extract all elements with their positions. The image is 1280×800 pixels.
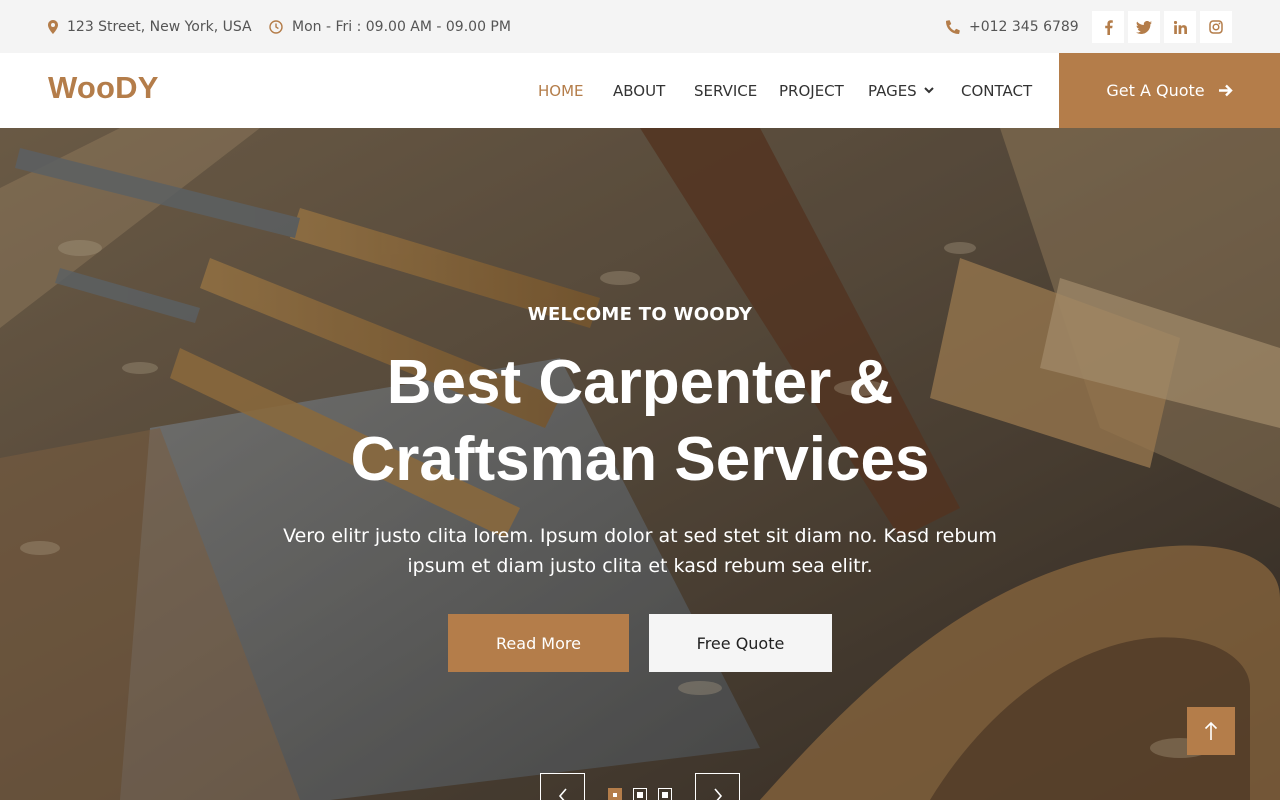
linkedin-icon — [1173, 20, 1187, 34]
hours-text: Mon - Fri : 09.00 AM - 09.00 PM — [292, 18, 511, 35]
carousel-dot-3[interactable] — [658, 788, 672, 800]
hours-info: Mon - Fri : 09.00 AM - 09.00 PM — [269, 0, 511, 53]
nav-about[interactable]: ABOUT — [613, 53, 665, 128]
address-text: 123 Street, New York, USA — [67, 18, 252, 35]
facebook-icon — [1104, 19, 1113, 35]
twitter-link[interactable] — [1128, 11, 1160, 43]
clock-icon — [269, 19, 283, 34]
chevron-left-icon — [558, 787, 567, 800]
get-quote-label: Get A Quote — [1106, 81, 1205, 100]
nav-home[interactable]: HOME — [538, 53, 584, 128]
instagram-icon — [1209, 20, 1223, 34]
address-info: 123 Street, New York, USA — [48, 0, 252, 53]
hero-carousel: WELCOME TO WOODY Best Carpenter & Crafts… — [0, 128, 1280, 800]
facebook-link[interactable] — [1092, 11, 1124, 43]
carousel-next-button[interactable] — [695, 773, 740, 800]
map-marker-icon — [48, 19, 58, 34]
hero-subtitle: Vero elitr justo clita lorem. Ipsum dolo… — [283, 525, 997, 577]
arrow-right-icon — [1218, 84, 1233, 97]
carousel-dot-1[interactable] — [608, 788, 622, 800]
carousel-dot-2[interactable] — [633, 788, 647, 800]
linkedin-link[interactable] — [1164, 11, 1196, 43]
free-quote-button[interactable]: Free Quote — [649, 614, 832, 672]
instagram-link[interactable] — [1200, 11, 1232, 43]
twitter-icon — [1136, 20, 1152, 34]
hero-title: Best Carpenter & Craftsman Services — [0, 344, 1280, 498]
navbar: WooDY HOME ABOUT SERVICE PROJECT PAGES C… — [0, 53, 1280, 128]
topbar: 123 Street, New York, USA Mon - Fri : 09… — [0, 0, 1280, 53]
phone-icon — [946, 19, 960, 34]
nav-contact[interactable]: CONTACT — [961, 53, 1032, 128]
hero-title-line-1: Best Carpenter & — [386, 348, 894, 417]
carousel-indicators — [608, 788, 672, 800]
hero-welcome-text: WELCOME TO WOODY — [527, 304, 753, 325]
hero-title-line-2: Craftsman Services — [350, 425, 930, 494]
chevron-right-icon — [713, 787, 722, 800]
phone-text: +012 345 6789 — [969, 18, 1079, 35]
nav-project[interactable]: PROJECT — [779, 53, 844, 128]
brand-logo[interactable]: WooDY — [48, 70, 159, 106]
get-quote-button[interactable]: Get A Quote — [1059, 53, 1280, 128]
nav-service[interactable]: SERVICE — [694, 53, 757, 128]
social-links — [1092, 11, 1232, 43]
read-more-button[interactable]: Read More — [448, 614, 629, 672]
carousel-prev-button[interactable] — [540, 773, 585, 800]
arrow-up-icon — [1204, 721, 1218, 740]
nav-pages-dropdown[interactable]: PAGES — [868, 53, 934, 128]
chevron-down-icon — [924, 87, 934, 94]
phone-info[interactable]: +012 345 6789 — [946, 0, 1079, 53]
nav-pages-label: PAGES — [868, 81, 917, 100]
back-to-top-button[interactable] — [1187, 707, 1235, 755]
